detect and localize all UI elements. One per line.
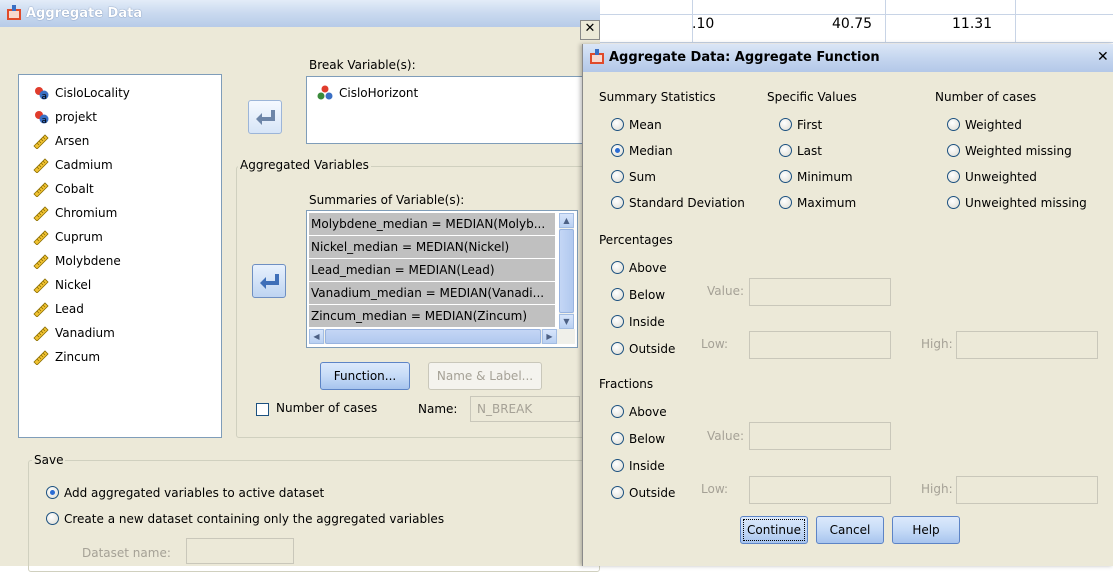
number-of-cases-label: Number of cases (276, 401, 378, 415)
data-grid-background: .10 40.75 11.31 (600, 0, 1113, 43)
number-of-cases-checkbox[interactable] (256, 403, 269, 416)
svg-text:a: a (42, 116, 48, 125)
grid-cell[interactable]: 11.31 (952, 16, 992, 32)
name-field[interactable]: N_BREAK (470, 396, 580, 422)
source-variable-list[interactable]: a CisloLocality a projekt Arsen Cadmium Cobalt… (18, 74, 222, 438)
number-of-cases-options-label: Number of cases (935, 90, 1037, 104)
scale-variable-icon (33, 302, 49, 317)
aggregate-function-dialog: Aggregate Data: Aggregate Function ✕ Sum… (582, 44, 1113, 566)
dataset-name-label: Dataset name: (82, 546, 171, 560)
arrow-left-icon (256, 110, 275, 125)
horizontal-scrollbar[interactable]: ◀ ▶ (309, 329, 575, 344)
fraction-value-label: Value: (707, 429, 744, 443)
nominal-variable-icon: a (35, 111, 49, 125)
close-button[interactable]: ✕ (580, 20, 600, 40)
save-group-label: Save (32, 453, 66, 467)
summary-row[interactable]: Nickel_median = MEDIAN(Nickel) (309, 236, 555, 258)
percent-value-field[interactable] (749, 278, 891, 306)
continue-button[interactable]: Continue (740, 516, 808, 544)
fraction-value-field[interactable] (749, 422, 891, 450)
break-variables-list[interactable]: CisloHorizont (306, 76, 598, 144)
percent-low-label: Low: (701, 337, 729, 351)
spss-app-icon (7, 5, 21, 20)
scale-variable-icon (33, 278, 49, 293)
percent-value-label: Value: (707, 284, 744, 298)
fraction-low-field[interactable] (749, 476, 891, 504)
dataset-name-field[interactable] (186, 538, 294, 564)
summaries-label: Summaries of Variable(s): (309, 193, 465, 207)
percent-high-label: High: (921, 337, 953, 351)
break-variables-label: Break Variable(s): (309, 58, 416, 72)
summary-statistics-label: Summary Statistics (599, 90, 716, 104)
scale-variable-icon (33, 182, 49, 197)
scale-variable-icon (33, 350, 49, 365)
vertical-scrollbar[interactable]: ▲ ▼ (559, 213, 574, 329)
close-icon: ✕ (584, 21, 596, 36)
svg-text:a: a (42, 92, 48, 101)
name-and-label-button[interactable]: Name & Label... (428, 362, 542, 390)
grid-cell[interactable]: .10 (692, 16, 714, 32)
percentages-label: Percentages (599, 233, 673, 247)
move-to-break-button[interactable] (248, 100, 282, 134)
help-button[interactable]: Help (892, 516, 960, 544)
summary-row[interactable]: Lead_median = MEDIAN(Lead) (309, 259, 555, 281)
function-title-bar[interactable]: Aggregate Data: Aggregate Function ✕ (583, 44, 1113, 72)
scale-variable-icon (33, 158, 49, 173)
fraction-high-field[interactable] (956, 476, 1098, 504)
scale-variable-icon (33, 326, 49, 341)
arrow-left-icon (260, 274, 279, 289)
nominal-variable-icon: a (35, 87, 49, 101)
function-dialog-title: Aggregate Data: Aggregate Function (609, 50, 880, 65)
scale-variable-icon (33, 230, 49, 245)
nominal-variable-icon (317, 85, 333, 100)
spss-app-icon (590, 49, 604, 64)
summary-row[interactable]: Vanadium_median = MEDIAN(Vanadi... (309, 282, 555, 304)
grid-cell[interactable]: 40.75 (832, 16, 872, 32)
move-to-summaries-button[interactable] (252, 264, 286, 298)
summaries-list[interactable]: Molybdene_median = MEDIAN(Molyb... Nickel… (306, 210, 578, 348)
aggregated-variables-group-label: Aggregated Variables (238, 158, 371, 172)
function-button[interactable]: Function... (320, 362, 410, 390)
aggregate-data-dialog: Aggregate Data ✕ a CisloLocality a projekt A… (0, 0, 602, 572)
scale-variable-icon (33, 134, 49, 149)
name-label: Name: (418, 402, 458, 416)
scale-variable-icon (33, 206, 49, 221)
summary-row[interactable]: Molybdene_median = MEDIAN(Molyb... (309, 213, 555, 235)
percent-low-field[interactable] (749, 331, 891, 359)
title-bar[interactable]: Aggregate Data (0, 0, 600, 27)
close-icon[interactable]: ✕ (1097, 49, 1109, 65)
percent-high-field[interactable] (956, 331, 1098, 359)
fraction-low-label: Low: (701, 482, 729, 496)
fraction-high-label: High: (921, 482, 953, 496)
scale-variable-icon (33, 254, 49, 269)
dialog-title: Aggregate Data (26, 6, 143, 21)
summary-row[interactable]: Zincum_median = MEDIAN(Zincum) (309, 305, 555, 327)
specific-values-label: Specific Values (767, 90, 857, 104)
cancel-button[interactable]: Cancel (816, 516, 884, 544)
fractions-label: Fractions (599, 377, 654, 391)
